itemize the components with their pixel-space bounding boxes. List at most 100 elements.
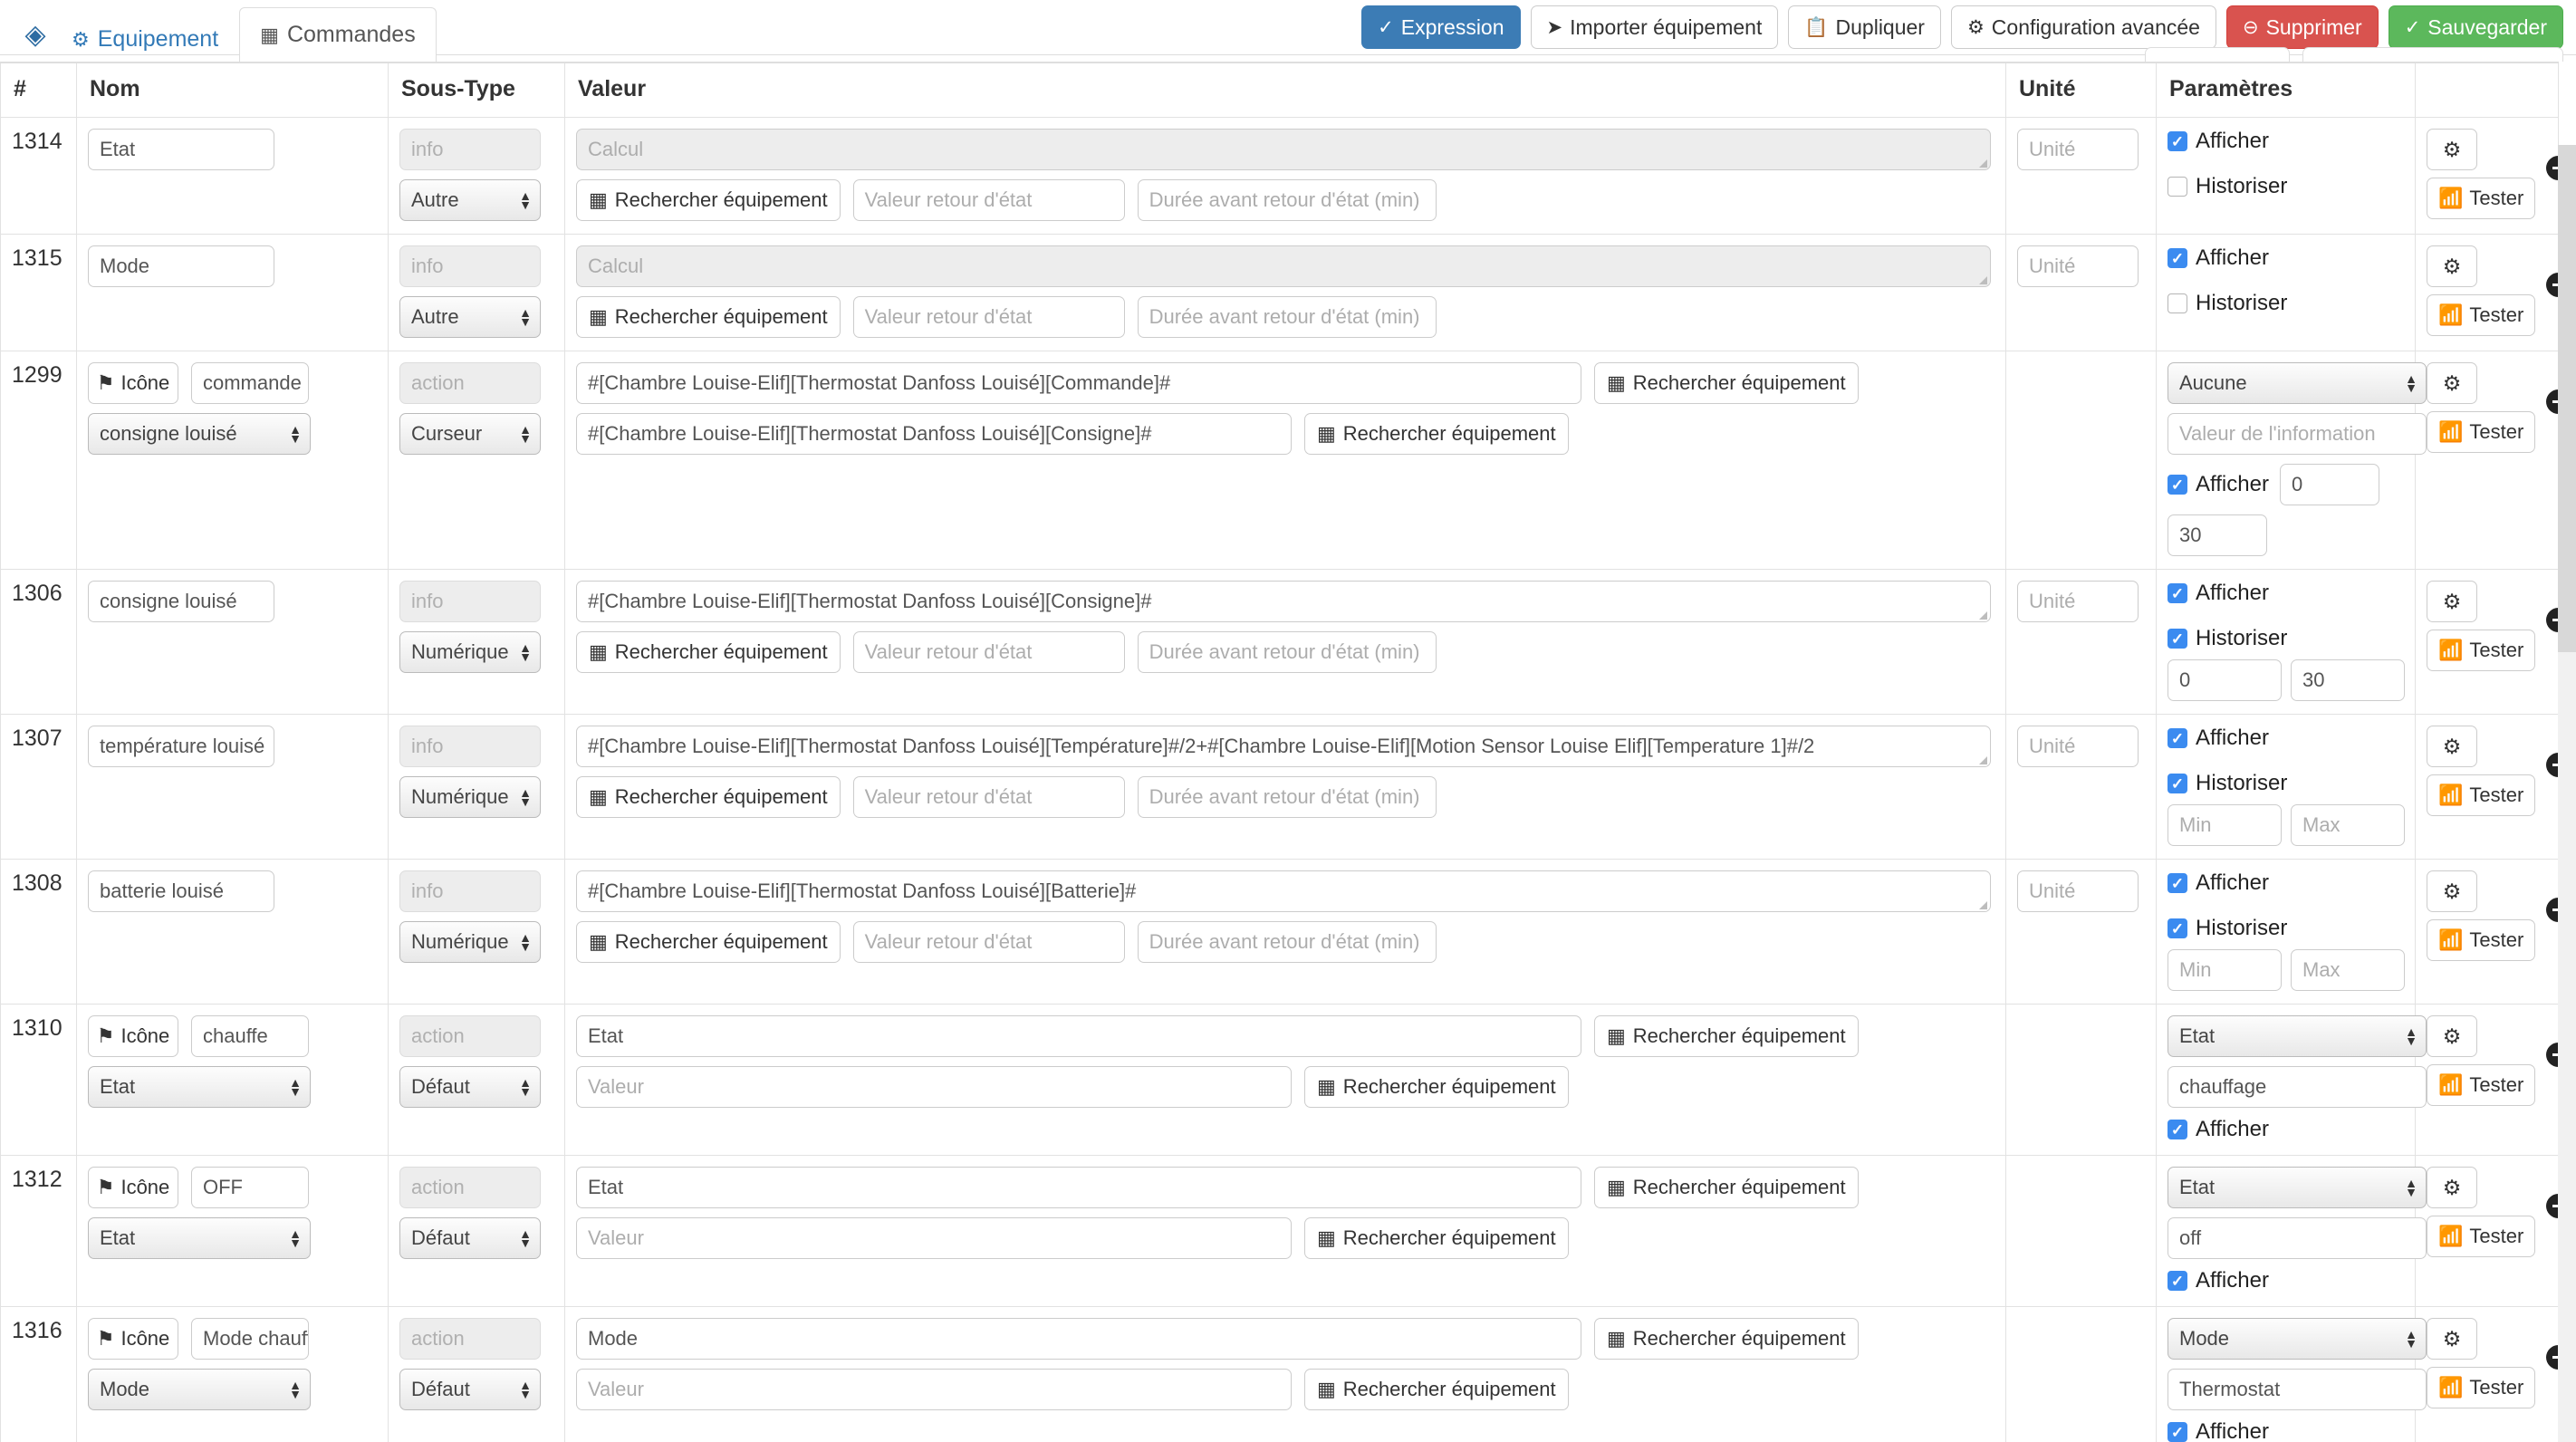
historiser-checkbox[interactable]: Historiser — [2167, 291, 2287, 316]
tester-button[interactable]: 📶 Tester — [2427, 294, 2536, 336]
value-expression-textarea[interactable]: #[Chambre Louise-Elif][Thermostat Danfos… — [576, 581, 1991, 622]
search-equipment-button[interactable]: ▦ Rechercher équipement — [576, 776, 841, 818]
subtype-select[interactable]: Curseur ▲ ▼ — [399, 413, 541, 455]
afficher-checkbox-box[interactable] — [2167, 873, 2187, 893]
tester-button[interactable]: 📶 Tester — [2427, 1064, 2536, 1106]
afficher-checkbox-box[interactable] — [2167, 131, 2187, 151]
name-input[interactable]: OFF — [191, 1167, 309, 1208]
tab-commandes[interactable]: ▦ Commandes — [239, 7, 437, 62]
afficher-checkbox-box[interactable] — [2167, 248, 2187, 268]
name-input[interactable]: batterie louisé — [88, 870, 274, 912]
historiser-checkbox[interactable]: Historiser — [2167, 771, 2287, 796]
supprimer-button[interactable]: ⊖ Supprimer — [2225, 5, 2379, 49]
historiser-checkbox[interactable]: Historiser — [2167, 174, 2287, 199]
return-value-input[interactable]: Valeur retour d'état — [852, 296, 1125, 338]
search-equipment-button[interactable]: ▦ Rechercher équipement — [1594, 1167, 1859, 1208]
name-input[interactable]: Mode — [88, 245, 274, 287]
return-delay-input[interactable]: Durée avant retour d'état (min) — [1137, 179, 1437, 221]
configure-command-button[interactable]: ⚙ — [2427, 129, 2477, 170]
return-delay-input[interactable]: Durée avant retour d'état (min) — [1137, 631, 1437, 673]
historiser-checkbox-box[interactable] — [2167, 918, 2187, 938]
historiser-checkbox[interactable]: Historiser — [2167, 626, 2287, 651]
return-delay-input[interactable]: Durée avant retour d'état (min) — [1137, 296, 1437, 338]
configure-command-button[interactable]: ⚙ — [2427, 245, 2477, 287]
icon-picker-button[interactable]: ⚑ Icône — [88, 362, 178, 404]
value2-input[interactable]: Valeur — [576, 1217, 1292, 1259]
afficher-checkbox[interactable]: Afficher — [2167, 472, 2269, 497]
param-type-select[interactable]: Mode ▲ ▼ — [2167, 1318, 2427, 1360]
historiser-checkbox-box[interactable] — [2167, 774, 2187, 793]
subtype-select[interactable]: Défaut ▲ ▼ — [399, 1217, 541, 1259]
afficher-checkbox[interactable]: Afficher — [2167, 129, 2269, 154]
name-input[interactable]: commande — [191, 362, 309, 404]
name-select[interactable]: consigne louisé ▲ ▼ — [88, 413, 311, 455]
configure-command-button[interactable]: ⚙ — [2427, 581, 2477, 622]
param-type-select[interactable]: Aucune ▲ ▼ — [2167, 362, 2427, 404]
afficher-checkbox[interactable]: Afficher — [2167, 1268, 2406, 1293]
expression-button[interactable]: ✓ Expression — [1361, 5, 1521, 49]
max-input[interactable]: 30 — [2291, 659, 2405, 701]
unit-input[interactable]: Unité — [2017, 129, 2139, 170]
param-type-select[interactable]: Etat ▲ ▼ — [2167, 1167, 2427, 1208]
configure-command-button[interactable]: ⚙ — [2427, 1167, 2477, 1208]
subtype-select[interactable]: Numérique ▲ ▼ — [399, 776, 541, 818]
param-type-select[interactable]: Etat ▲ ▼ — [2167, 1015, 2427, 1057]
tester-button[interactable]: 📶 Tester — [2427, 178, 2536, 219]
search-equipment-button[interactable]: ▦ Rechercher équipement — [576, 631, 841, 673]
afficher-checkbox[interactable]: Afficher — [2167, 1419, 2406, 1442]
min-input[interactable]: Min — [2167, 949, 2282, 991]
historiser-checkbox-box[interactable] — [2167, 293, 2187, 313]
scrollbar-thumb[interactable] — [2558, 145, 2576, 652]
name-input[interactable]: Etat — [88, 129, 274, 170]
afficher-checkbox-box[interactable] — [2167, 1422, 2187, 1442]
subtype-select[interactable]: Défaut ▲ ▼ — [399, 1066, 541, 1108]
tester-button[interactable]: 📶 Tester — [2427, 1367, 2536, 1408]
unit-input[interactable]: Unité — [2017, 581, 2139, 622]
sauvegarder-button[interactable]: ✓ Sauvegarder — [2388, 5, 2563, 49]
return-delay-input[interactable]: Durée avant retour d'état (min) — [1137, 921, 1437, 963]
subtype-select[interactable]: Numérique ▲ ▼ — [399, 631, 541, 673]
param-min-input[interactable]: 0 — [2279, 464, 2379, 505]
historiser-checkbox-box[interactable] — [2167, 629, 2187, 649]
return-value-input[interactable]: Valeur retour d'état — [852, 179, 1125, 221]
unit-input[interactable]: Unité — [2017, 870, 2139, 912]
name-input[interactable]: Mode chauff — [191, 1318, 309, 1360]
max-input[interactable]: Max — [2291, 949, 2405, 991]
tester-button[interactable]: 📶 Tester — [2427, 1216, 2536, 1257]
configure-command-button[interactable]: ⚙ — [2427, 726, 2477, 767]
param-text-input[interactable]: chauffage — [2167, 1066, 2427, 1108]
search-equipment-button-2[interactable]: ▦ Rechercher équipement — [1304, 1369, 1569, 1410]
value-input[interactable]: Etat — [576, 1167, 1581, 1208]
search-equipment-button[interactable]: ▦ Rechercher équipement — [576, 179, 841, 221]
search-equipment-button[interactable]: ▦ Rechercher équipement — [1594, 362, 1859, 404]
configure-command-button[interactable]: ⚙ — [2427, 362, 2477, 404]
value2-input[interactable]: Valeur — [576, 1066, 1292, 1108]
afficher-checkbox[interactable]: Afficher — [2167, 1117, 2406, 1142]
subtype-select[interactable]: Autre ▲ ▼ — [399, 179, 541, 221]
value-expression-textarea[interactable]: Calcul — [576, 245, 1991, 287]
param-text-input[interactable]: off — [2167, 1217, 2427, 1259]
afficher-checkbox-box[interactable] — [2167, 583, 2187, 603]
configure-command-button[interactable]: ⚙ — [2427, 870, 2477, 912]
tester-button[interactable]: 📶 Tester — [2427, 774, 2536, 816]
tester-button[interactable]: 📶 Tester — [2427, 919, 2536, 961]
subtype-select[interactable]: Défaut ▲ ▼ — [399, 1369, 541, 1410]
search-equipment-button-2[interactable]: ▦ Rechercher équipement — [1304, 1217, 1569, 1259]
min-input[interactable]: Min — [2167, 804, 2282, 846]
value-input[interactable]: Etat — [576, 1015, 1581, 1057]
historiser-checkbox-box[interactable] — [2167, 177, 2187, 197]
configure-command-button[interactable]: ⚙ — [2427, 1318, 2477, 1360]
tab-equipement[interactable]: ⚙ Equipement — [51, 16, 239, 62]
afficher-checkbox-box[interactable] — [2167, 1120, 2187, 1139]
param-max-input[interactable]: 30 — [2167, 514, 2267, 556]
subtype-select[interactable]: Numérique ▲ ▼ — [399, 921, 541, 963]
dupliquer-button[interactable]: 📋 Dupliquer — [1788, 5, 1941, 49]
search-equipment-button[interactable]: ▦ Rechercher équipement — [1594, 1015, 1859, 1057]
afficher-checkbox-box[interactable] — [2167, 728, 2187, 748]
name-select[interactable]: Mode ▲ ▼ — [88, 1369, 311, 1410]
search-equipment-button[interactable]: ▦ Rechercher équipement — [576, 296, 841, 338]
configuration-avancee-button[interactable]: ⚙ Configuration avancée — [1950, 5, 2216, 49]
historiser-checkbox[interactable]: Historiser — [2167, 916, 2287, 941]
value-expression-textarea[interactable]: Calcul — [576, 129, 1991, 170]
tester-button[interactable]: 📶 Tester — [2427, 411, 2536, 453]
